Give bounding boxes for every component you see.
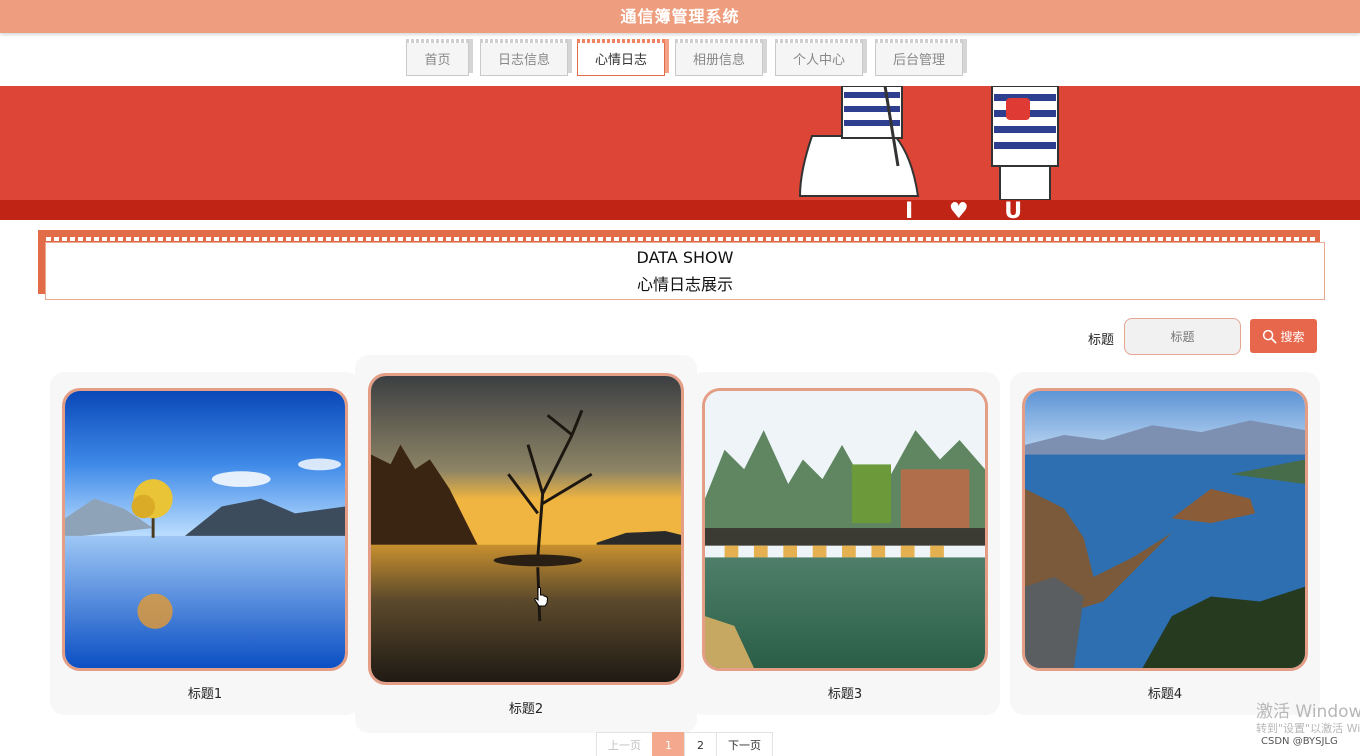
stone-bridge-mountains-image [705,391,985,668]
search-label: 标题 [1088,333,1115,348]
top-header-bar: 通信簿管理系统 [0,0,1360,33]
search-input[interactable] [1124,318,1241,355]
hand-cursor-icon [534,587,549,607]
banner-art-text: I ♥ U [905,199,1037,220]
next-page-button[interactable]: 下一页 [716,732,773,756]
page-1-button[interactable]: 1 [652,732,685,756]
prev-page-button[interactable]: 上一页 [596,732,653,756]
section-title-cn: 心情日志展示 [636,275,733,294]
windows-activation-watermark: 激活 Windows [1256,702,1360,722]
csdn-credit-watermark: CSDN @BYSJLG [1261,736,1338,747]
card-photo-2[interactable] [368,373,684,685]
section-heading-front: DATA SHOW 心情日志展示 [45,242,1325,300]
sunset-tree-lake-image [371,376,681,682]
card-caption-1[interactable]: 标题1 [50,683,360,702]
main-nav: 首页 日志信息 心情日志 相册信息 个人中心 后台管理 [0,39,1360,84]
hero-banner: I ♥ U [0,86,1360,220]
section-title-en: DATA SHOW [636,248,734,267]
card-caption-3[interactable]: 标题3 [690,683,1000,702]
page-2-button[interactable]: 2 [684,732,717,756]
nav-item-album-info[interactable]: 相册信息 [675,39,763,76]
pagination: 上一页 1 2 下一页 [596,732,773,756]
nav-item-mood-log[interactable]: 心情日志 [577,39,665,76]
card-caption-2[interactable]: 标题2 [355,698,697,717]
nav-item-personal-center[interactable]: 个人中心 [775,39,863,76]
left-scallop-decoration [0,225,6,756]
card-photo-1[interactable] [62,388,348,671]
nav-item-admin[interactable]: 后台管理 [875,39,963,76]
search-icon [1263,329,1277,343]
lake-tree-blue-image [65,391,345,668]
nav-item-log-info[interactable]: 日志信息 [480,39,568,76]
nav-item-home[interactable]: 首页 [406,39,469,76]
card-photo-4[interactable] [1022,388,1308,671]
mood-card-3[interactable]: 标题3 [690,372,1000,715]
search-button[interactable]: 搜索 [1250,319,1317,353]
system-title: 通信簿管理系统 [620,7,740,26]
island-lake-image [1025,391,1305,668]
card-photo-3[interactable] [702,388,988,671]
mood-card-2[interactable]: 标题2 [355,355,697,733]
section-heading: DATA SHOW 心情日志展示 [38,230,1325,300]
windows-activation-hint: 转到"设置"以激活 Windows [1256,722,1360,735]
mood-card-4[interactable]: 标题4 [1010,372,1320,715]
search-button-label: 搜索 [1280,329,1305,344]
mood-card-1[interactable]: 标题1 [50,372,360,715]
banner-stripe [0,200,1360,220]
